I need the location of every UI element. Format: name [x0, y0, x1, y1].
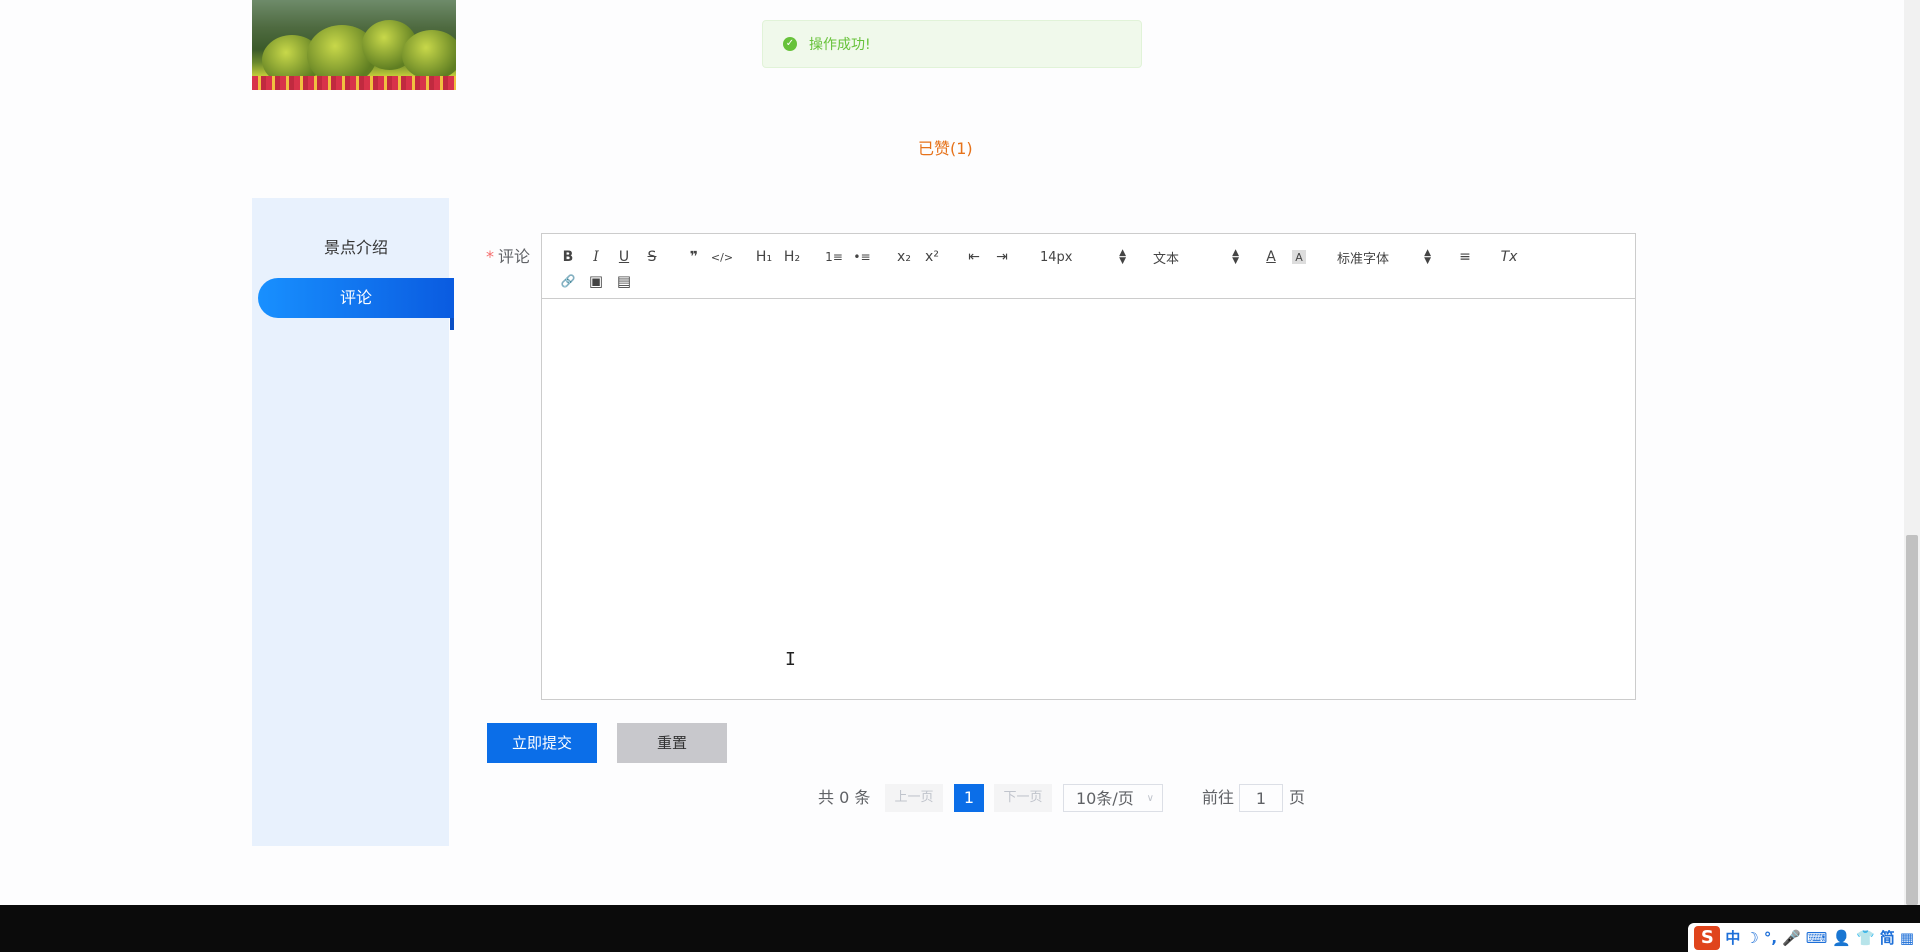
- sidebar-item-comment[interactable]: 评论: [258, 278, 454, 330]
- blockquote-icon[interactable]: ❞: [682, 246, 706, 268]
- page-number-1[interactable]: 1: [954, 784, 984, 812]
- underline-icon[interactable]: U: [612, 246, 636, 268]
- select-arrows-icon: ▲ ▼: [1119, 248, 1126, 266]
- link-icon[interactable]: 🔗: [556, 270, 580, 292]
- ime-moon-icon[interactable]: ☽: [1745, 929, 1758, 947]
- bullet-list-icon[interactable]: •≡: [850, 246, 874, 268]
- subscript-icon[interactable]: x₂: [892, 246, 916, 268]
- select-arrows-icon: ▲ ▼: [1424, 248, 1431, 266]
- goto-suffix: 页: [1289, 788, 1306, 807]
- text-cursor-icon: I: [785, 649, 796, 670]
- editor-content[interactable]: I: [542, 299, 1635, 699]
- reset-button[interactable]: 重置: [617, 723, 727, 763]
- scenic-spot-image: [252, 0, 456, 90]
- image-icon[interactable]: ▣: [584, 270, 608, 292]
- bold-icon[interactable]: B: [556, 246, 580, 268]
- background-color-icon[interactable]: A: [1292, 250, 1306, 264]
- indent-icon[interactable]: ⇥: [990, 246, 1014, 268]
- comment-label-text: 评论: [498, 247, 531, 266]
- align-icon[interactable]: ≡: [1453, 246, 1477, 268]
- code-block-icon[interactable]: </>: [710, 246, 734, 268]
- taskbar: [0, 905, 1920, 952]
- chevron-down-icon: ∨: [1146, 793, 1154, 804]
- next-page-button[interactable]: 下一页: [994, 784, 1052, 812]
- text-type-value: 文本: [1153, 251, 1180, 267]
- submit-button[interactable]: 立即提交: [487, 723, 597, 763]
- ime-toolbar: S 中 ☽ °, 🎤 ⌨ 👤 👕 简 ▦: [1688, 923, 1920, 952]
- goto-page-input[interactable]: 1: [1239, 784, 1283, 812]
- pagination-total: 共 0 条: [818, 788, 871, 807]
- italic-icon[interactable]: I: [584, 246, 608, 268]
- ime-keyboard-icon[interactable]: ⌨: [1806, 929, 1828, 947]
- success-toast: ✓ 操作成功!: [762, 20, 1142, 68]
- like-label: 已赞(1): [918, 139, 973, 158]
- sidebar-item-intro[interactable]: 景点介绍: [258, 228, 454, 268]
- superscript-icon[interactable]: x²: [920, 246, 944, 268]
- sogou-logo-icon[interactable]: S: [1694, 925, 1721, 950]
- page-size-select[interactable]: 10条/页 ∨: [1063, 784, 1163, 812]
- like-button[interactable]: 已赞(1): [918, 135, 973, 159]
- ime-simplified-icon[interactable]: 简: [1880, 927, 1895, 948]
- ime-chinese-mode[interactable]: 中: [1725, 927, 1740, 948]
- goto-prefix: 前往: [1202, 788, 1235, 807]
- select-arrows-icon: ▲ ▼: [1232, 248, 1239, 266]
- ordered-list-icon[interactable]: 1≡: [822, 246, 846, 268]
- prev-page-button[interactable]: 上一页: [885, 784, 943, 812]
- ime-skin-icon[interactable]: 👕: [1856, 929, 1875, 947]
- video-icon[interactable]: ▤: [612, 270, 636, 292]
- font-family-value: 标准字体: [1337, 251, 1390, 267]
- font-size-value: 14px: [1040, 249, 1073, 265]
- check-circle-icon: ✓: [783, 37, 797, 51]
- ime-user-icon[interactable]: 👤: [1832, 929, 1851, 947]
- text-color-icon[interactable]: A: [1259, 246, 1283, 268]
- font-family-select[interactable]: 标准字体 ▲ ▼: [1337, 246, 1431, 268]
- header-1-icon[interactable]: H₁: [752, 246, 776, 268]
- scrollbar-thumb[interactable]: [1906, 535, 1918, 905]
- editor-toolbar: B I U S ❞ </> H₁ H₂ 1≡ •≡ x₂ x² ⇤ ⇥ 14px…: [542, 234, 1635, 299]
- header-2-icon[interactable]: H₂: [780, 246, 804, 268]
- ime-grid-icon[interactable]: ▦: [1900, 929, 1914, 947]
- sidebar: 景点介绍 评论: [252, 198, 454, 846]
- strikethrough-icon[interactable]: S: [640, 246, 664, 268]
- font-size-select[interactable]: 14px ▲ ▼: [1040, 246, 1126, 268]
- outdent-icon[interactable]: ⇤: [962, 246, 986, 268]
- rich-text-editor: B I U S ❞ </> H₁ H₂ 1≡ •≡ x₂ x² ⇤ ⇥ 14px…: [541, 233, 1636, 700]
- page-size-value: 10条/页: [1076, 789, 1134, 808]
- clear-format-icon[interactable]: Tx: [1497, 246, 1521, 268]
- text-type-select[interactable]: 文本 ▲ ▼: [1153, 246, 1239, 268]
- comment-label: * 评论: [486, 243, 530, 267]
- toast-message: 操作成功!: [809, 37, 871, 53]
- ime-microphone-icon[interactable]: 🎤: [1782, 929, 1801, 947]
- required-mark: *: [486, 247, 494, 266]
- ime-punctuation-icon[interactable]: °,: [1764, 929, 1777, 947]
